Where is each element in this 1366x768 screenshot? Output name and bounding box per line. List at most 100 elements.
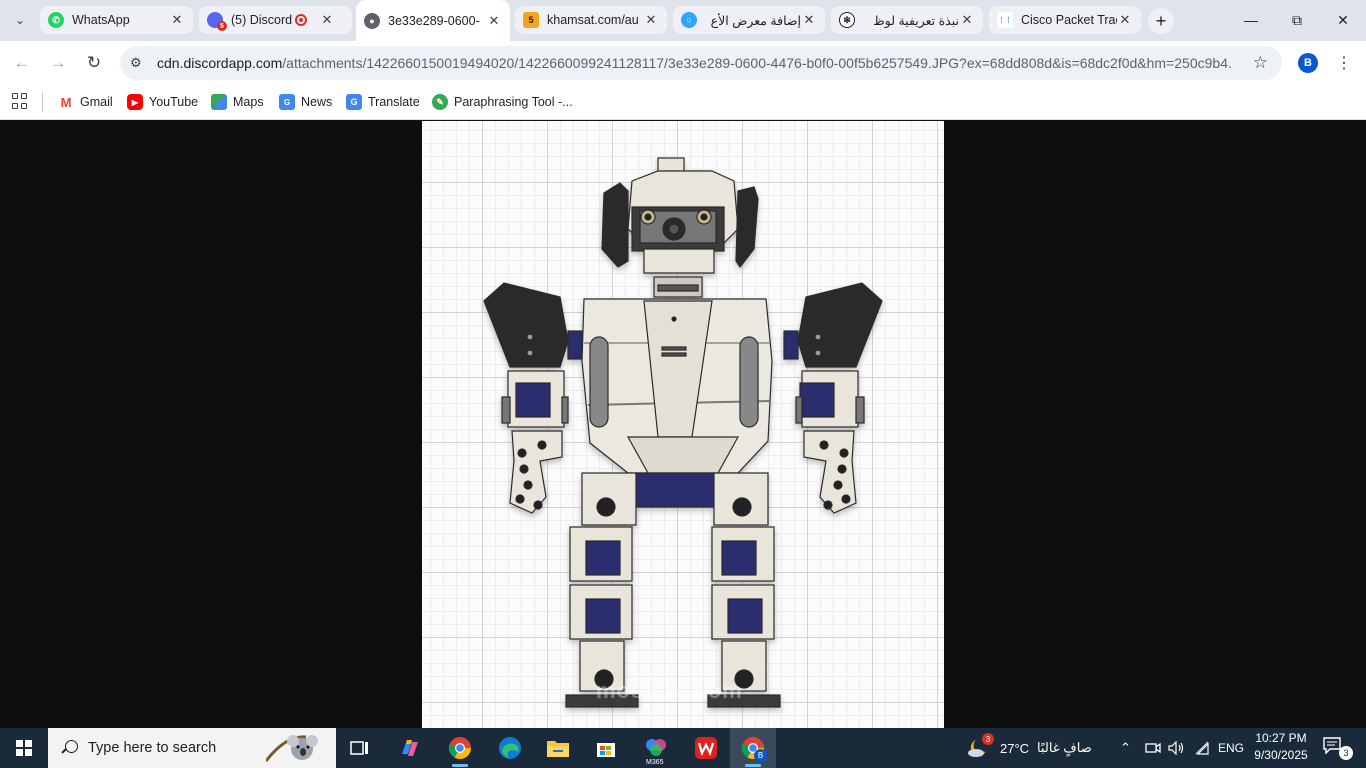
meet-now-icon[interactable] <box>1145 728 1161 768</box>
wps-office-icon[interactable] <box>686 732 726 764</box>
start-button[interactable] <box>0 728 48 768</box>
robot-pelvis <box>581 472 769 526</box>
bookmarks-divider <box>42 92 43 112</box>
robot-torso <box>581 298 773 474</box>
tab-title: Cisco Packet Trac <box>1021 13 1117 27</box>
profile-badge: B <box>754 749 767 762</box>
tab-title: WhatsApp <box>72 13 130 27</box>
apps-grid-icon[interactable] <box>12 93 28 109</box>
show-hidden-icons[interactable]: ⌃ <box>1120 728 1131 768</box>
close-icon[interactable]: ✕ <box>801 12 817 28</box>
clock-date: 9/30/2025 <box>1254 748 1308 762</box>
edge-icon[interactable] <box>490 732 530 764</box>
copilot-icon[interactable] <box>390 732 430 764</box>
tab-chatgpt[interactable]: ✻ نبذة تعريفية لوظ ✕ <box>831 6 983 34</box>
discord-icon: 5 <box>207 12 227 31</box>
bookmark-label: Gmail <box>80 95 113 109</box>
tab-discord[interactable]: 5 (5) Discord | ✕ <box>199 6 352 34</box>
back-button[interactable]: ← <box>8 49 36 77</box>
language-label: ENG <box>1218 741 1245 755</box>
url-text[interactable]: cdn.discordapp.com/attachments/142266015… <box>157 55 1232 71</box>
robot-cad-image[interactable] <box>422 121 944 728</box>
weather-badge: 3 <box>982 733 994 745</box>
bookmark-maps[interactable]: Maps <box>211 92 264 112</box>
whatsapp-icon: ✆ <box>48 12 64 28</box>
close-icon[interactable]: ✕ <box>169 12 185 28</box>
tab-cisco[interactable]: ⋮⋮ Cisco Packet Trac ✕ <box>989 6 1141 34</box>
discord-badge: 5 <box>217 21 227 31</box>
robot-right-shoulder <box>797 282 883 368</box>
volume-icon[interactable] <box>1168 728 1186 768</box>
search-icon <box>62 740 78 756</box>
bookmark-label: Maps <box>233 95 264 109</box>
windows-taskbar: Type here to search M365 B 3 27°C صافٍ غ… <box>0 728 1366 768</box>
language-indicator[interactable]: ENG <box>1218 728 1244 768</box>
notification-count: 3 <box>1339 746 1353 760</box>
bookmark-gmail[interactable]: M Gmail <box>58 92 113 112</box>
new-tab-button[interactable]: + <box>1148 8 1174 34</box>
minimize-button[interactable]: — <box>1228 0 1274 40</box>
tab-title: نبذة تعريفية لوظ <box>873 13 959 28</box>
close-icon[interactable]: ✕ <box>319 12 335 28</box>
bookmark-label: Paraphrasing Tool -... <box>454 95 573 109</box>
bookmark-label: Translate <box>368 95 420 109</box>
close-icon[interactable]: ✕ <box>959 12 975 28</box>
m365-icon[interactable]: M365 <box>636 732 676 766</box>
weather-temp: 27°C <box>1000 740 1030 756</box>
bookmark-news[interactable]: G News <box>279 92 332 112</box>
tab-khamsat[interactable]: 5 khamsat.com/au ✕ <box>515 6 667 34</box>
tab-title: إضافة معرض الأع <box>710 13 801 28</box>
bookmark-star-icon[interactable]: ☆ <box>1253 53 1268 73</box>
close-window-button[interactable]: ✕ <box>1320 0 1366 40</box>
site-info-icon[interactable]: ⚙ <box>130 55 152 71</box>
tab-search-chevron-icon[interactable]: ⌄ <box>8 8 32 32</box>
clock-time: 10:27 PM <box>1255 731 1307 745</box>
close-icon[interactable]: ✕ <box>643 12 659 28</box>
file-explorer-icon[interactable] <box>538 732 578 764</box>
translate-icon: G <box>346 94 362 110</box>
chatgpt-icon: ✻ <box>839 12 855 28</box>
robot-drawing <box>483 157 883 708</box>
tab-strip: ⌄ ✆ WhatsApp ✕ 5 (5) Discord | ✕ ● 3e33e… <box>0 0 1366 41</box>
m365-label: M365 <box>646 759 664 766</box>
tab-image-active[interactable]: ● 3e33e289-0600- ✕ <box>356 0 510 41</box>
bookmark-youtube[interactable]: ▶ YouTube <box>127 92 198 112</box>
notifications-button[interactable]: 3 <box>1322 736 1353 760</box>
toolbar: ← → ↻ ⚙ cdn.discordapp.com/attachments/1… <box>0 41 1366 85</box>
tab-mostaql[interactable]: ○ إضافة معرض الأع ✕ <box>673 6 825 34</box>
chrome-profile-taskbar-icon[interactable]: B <box>733 732 773 767</box>
paraphrase-icon: ✎ <box>432 94 448 110</box>
cisco-icon: ⋮⋮ <box>997 12 1013 28</box>
profile-avatar[interactable]: B <box>1298 53 1318 73</box>
mostaql-icon: ○ <box>681 12 697 28</box>
task-view-icon[interactable] <box>340 732 380 764</box>
wifi-icon[interactable] <box>1194 728 1210 768</box>
tab-title: khamsat.com/au <box>547 13 639 27</box>
windows-logo-icon <box>16 740 32 756</box>
globe-icon: ● <box>364 12 380 29</box>
weather-widget[interactable]: 3 27°C صافٍ غالبًا <box>966 728 1092 768</box>
url-path: /attachments/1422660150019494020/1422660… <box>282 55 1232 71</box>
youtube-icon: ▶ <box>127 94 143 110</box>
bookmark-label: News <box>301 95 333 109</box>
search-placeholder: Type here to search <box>88 740 217 756</box>
reload-button[interactable]: ↻ <box>80 49 108 77</box>
robot-head <box>601 157 759 298</box>
url-host: cdn.discordapp.com <box>157 55 283 71</box>
tab-whatsapp[interactable]: ✆ WhatsApp ✕ <box>40 6 193 34</box>
restore-button[interactable]: ⧉ <box>1274 0 1320 40</box>
bookmark-paraphrasing-tool[interactable]: ✎ Paraphrasing Tool -... <box>432 92 573 112</box>
taskbar-search[interactable]: Type here to search <box>48 728 336 768</box>
more-menu-icon[interactable]: ⋮ <box>1334 51 1354 75</box>
chrome-taskbar-icon[interactable] <box>440 732 480 767</box>
forward-button[interactable]: → <box>44 49 72 77</box>
khamsat-icon: 5 <box>523 12 539 28</box>
close-icon[interactable]: ✕ <box>486 13 502 29</box>
maps-icon <box>211 94 227 110</box>
image-viewport: mostaql.com <box>0 121 1366 728</box>
address-bar[interactable]: ⚙ cdn.discordapp.com/attachments/1422660… <box>120 46 1282 80</box>
microsoft-store-icon[interactable] <box>586 732 626 764</box>
close-icon[interactable]: ✕ <box>1117 12 1133 28</box>
bookmark-translate[interactable]: G Translate <box>346 92 420 112</box>
system-clock[interactable]: 10:27 PM 9/30/2025 <box>1250 730 1312 764</box>
